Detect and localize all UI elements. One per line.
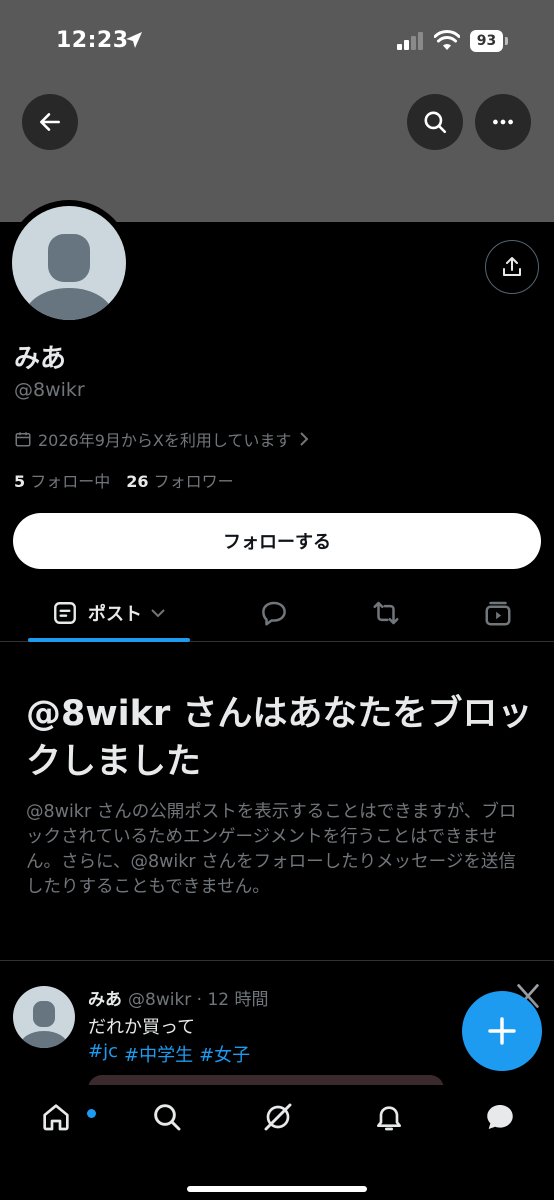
nav-grok[interactable] [248, 1099, 308, 1135]
post-avatar[interactable] [13, 986, 75, 1048]
share-icon [503, 257, 521, 276]
status-time: 12:23 [56, 28, 129, 53]
home-icon [43, 1104, 69, 1131]
blocked-notice-title: @8wikr さんはあなたをブロックしました [26, 694, 533, 782]
compose-post-button[interactable] [462, 991, 542, 1071]
nav-notifications[interactable] [359, 1099, 419, 1135]
tab-replies[interactable] [244, 588, 304, 638]
messages-icon [487, 1104, 513, 1130]
joined-date: 2026年9月からXを利用しています [38, 431, 292, 450]
following-label: フォロー中 [30, 472, 111, 491]
post-text: だれか買って [88, 1017, 196, 1038]
plus-icon [488, 1017, 516, 1045]
post-meta: @8wikr · 12 時間 [128, 990, 269, 1010]
calendar-icon [15, 432, 31, 447]
user-handle: @8wikr [14, 379, 85, 401]
home-indicator [187, 1186, 367, 1192]
following-count: 5 [14, 472, 26, 491]
tab-reposts[interactable] [356, 588, 416, 638]
joined-date-row[interactable]: 2026年9月からXを利用しています [14, 428, 315, 450]
section-divider [0, 960, 554, 961]
battery-indicator: 93 [470, 30, 508, 52]
tab-posts-label: ポスト [88, 604, 142, 625]
profile-tabs: ポスト [0, 588, 554, 642]
hashtag-link[interactable]: #jc [88, 1041, 118, 1067]
post-hashtags: #jc #中学生 #女子 [88, 1041, 250, 1067]
tab-media[interactable] [468, 588, 528, 638]
back-button[interactable] [22, 94, 78, 150]
chevron-right-icon [300, 432, 309, 446]
location-arrow-icon [126, 32, 142, 48]
cellular-signal-icon [397, 32, 423, 50]
nav-home[interactable] [26, 1099, 96, 1135]
hashtag-link[interactable]: #中学生 [124, 1041, 193, 1067]
active-tab-indicator [28, 638, 190, 642]
default-avatar-icon [20, 1001, 68, 1048]
followers-link[interactable]: 26 フォロワー [126, 468, 233, 492]
search-icon [154, 1104, 181, 1131]
search-icon [424, 111, 447, 134]
tab-posts[interactable]: ポスト [28, 588, 190, 638]
chevron-down-icon [151, 609, 165, 618]
followers-label: フォロワー [153, 472, 234, 491]
wifi-icon [434, 30, 460, 50]
followers-count: 26 [126, 472, 149, 491]
default-avatar-icon [25, 234, 113, 320]
more-options-button[interactable] [475, 94, 531, 150]
default-avatar [12, 206, 126, 320]
follow-button[interactable]: フォローする [13, 513, 541, 569]
nav-search[interactable] [137, 1099, 197, 1135]
search-button[interactable] [407, 94, 463, 150]
reply-icon [262, 601, 286, 626]
share-button[interactable] [485, 240, 539, 294]
media-icon [485, 601, 511, 626]
notifications-icon [377, 1106, 401, 1131]
status-bar: 12:23 93 [0, 0, 554, 84]
back-arrow-icon [40, 113, 60, 131]
blocked-notice-description: @8wikr さんの公開ポストを表示することはできますが、ブロックされているため… [26, 802, 517, 897]
post-header: みあ @8wikr · 12 時間 [88, 985, 269, 1010]
notification-dot [87, 1109, 96, 1118]
following-link[interactable]: 5 フォロー中 [14, 468, 110, 492]
grok-icon [264, 1103, 292, 1131]
post-author-name[interactable]: みあ [88, 985, 122, 1010]
hashtag-link[interactable]: #女子 [199, 1041, 250, 1067]
posts-icon [54, 602, 76, 624]
nav-messages[interactable] [470, 1099, 530, 1135]
more-icon [493, 119, 513, 125]
battery-level: 93 [476, 33, 497, 49]
repost-icon [373, 601, 399, 625]
display-name: みあ [14, 344, 67, 374]
profile-avatar[interactable] [6, 200, 132, 326]
follow-stats: 5 フォロー中 26 フォロワー [14, 468, 234, 492]
bottom-navigation [0, 1085, 554, 1200]
